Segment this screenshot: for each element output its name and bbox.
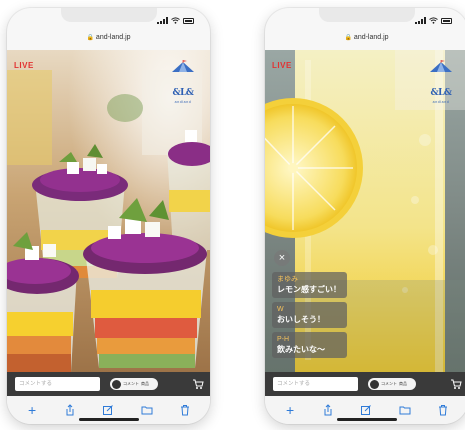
comment-feed: まゆみ レモン感すごい！ W おいしそう！ P-H 飲みたいな〜 — [272, 272, 347, 358]
notch — [318, 8, 415, 22]
live-video[interactable]: LIVE &L& andland — [7, 50, 210, 372]
url-text: and-land.jp — [95, 34, 131, 41]
trash-icon[interactable] — [437, 404, 449, 416]
compose-icon[interactable] — [102, 404, 114, 416]
share-icon[interactable] — [64, 404, 76, 416]
chat-bar: コメントする コメント 商品 — [265, 372, 465, 396]
phone-left: 🔒 and-land.jp LIVE &L& andland コメントする コメ… — [7, 8, 210, 424]
logo-text: &L& — [430, 88, 452, 98]
signal-icon — [415, 17, 426, 24]
battery-icon — [183, 17, 194, 24]
brand-logo: &L& andland — [164, 60, 202, 104]
logo-subtext: andland — [174, 100, 192, 104]
url-bar[interactable]: 🔒 and-land.jp — [265, 34, 465, 48]
comment-text: レモン感すごい！ — [277, 285, 341, 294]
logo-text: &L& — [172, 88, 194, 98]
cart-icon[interactable] — [192, 378, 204, 390]
comment-input[interactable]: コメントする — [273, 377, 358, 391]
notch — [60, 8, 157, 22]
toggle-knob — [370, 379, 379, 389]
home-indicator — [336, 418, 397, 421]
home-indicator — [78, 418, 139, 421]
commenter-name: P-H — [277, 336, 290, 343]
compose-icon[interactable] — [360, 404, 372, 416]
lock-icon: 🔒 — [86, 35, 94, 41]
toggle-label-product: 商品 — [141, 381, 149, 386]
status-icons — [415, 17, 452, 24]
tent-icon — [172, 60, 194, 72]
url-bar[interactable]: 🔒 and-land.jp — [7, 34, 210, 48]
comment-input[interactable]: コメントする — [15, 377, 100, 391]
comment-item: まゆみ レモン感すごい！ — [272, 272, 347, 298]
commenter-name: まゆみ — [277, 276, 298, 283]
cart-icon[interactable] — [450, 378, 462, 390]
live-video[interactable]: LIVE &L& andland × まゆみ レモン感すごい！ W おいしそう！… — [265, 50, 465, 372]
close-comments-button[interactable]: × — [274, 250, 290, 266]
wifi-icon — [171, 17, 180, 24]
commenter-name: W — [277, 306, 284, 313]
toggle-label-product: 商品 — [399, 381, 407, 386]
comment-text: 飲みたいな〜 — [277, 345, 325, 354]
trash-icon[interactable] — [179, 404, 191, 416]
comment-text: おいしそう！ — [277, 315, 325, 324]
folder-icon[interactable] — [399, 404, 411, 416]
plus-icon[interactable]: + — [26, 403, 38, 417]
status-icons — [157, 17, 194, 24]
chat-bar: コメントする コメント 商品 — [7, 372, 210, 396]
lock-icon: 🔒 — [344, 35, 352, 41]
phone-right: 🔒 and-land.jp LIVE &L& andland × まゆみ レモン… — [265, 8, 465, 424]
plus-icon[interactable]: + — [284, 403, 296, 417]
share-icon[interactable] — [322, 404, 334, 416]
comment-item: P-H 飲みたいな〜 — [272, 332, 347, 358]
live-label: LIVE — [272, 61, 292, 70]
comment-item: W おいしそう！ — [272, 302, 347, 328]
toggle-knob — [112, 379, 121, 389]
comment-product-toggle[interactable]: コメント 商品 — [110, 378, 158, 390]
folder-icon[interactable] — [141, 404, 153, 416]
tent-icon — [430, 60, 452, 72]
toggle-label-comment: コメント — [123, 381, 139, 386]
toggle-label-comment: コメント — [381, 381, 397, 386]
comment-product-toggle[interactable]: コメント 商品 — [368, 378, 416, 390]
brand-logo: &L& andland — [422, 60, 460, 104]
video-frame-salad-cups — [7, 50, 210, 372]
wifi-icon — [429, 17, 438, 24]
live-label: LIVE — [14, 61, 34, 70]
url-text: and-land.jp — [353, 34, 389, 41]
signal-icon — [157, 17, 168, 24]
battery-icon — [441, 17, 452, 24]
logo-subtext: andland — [432, 100, 450, 104]
